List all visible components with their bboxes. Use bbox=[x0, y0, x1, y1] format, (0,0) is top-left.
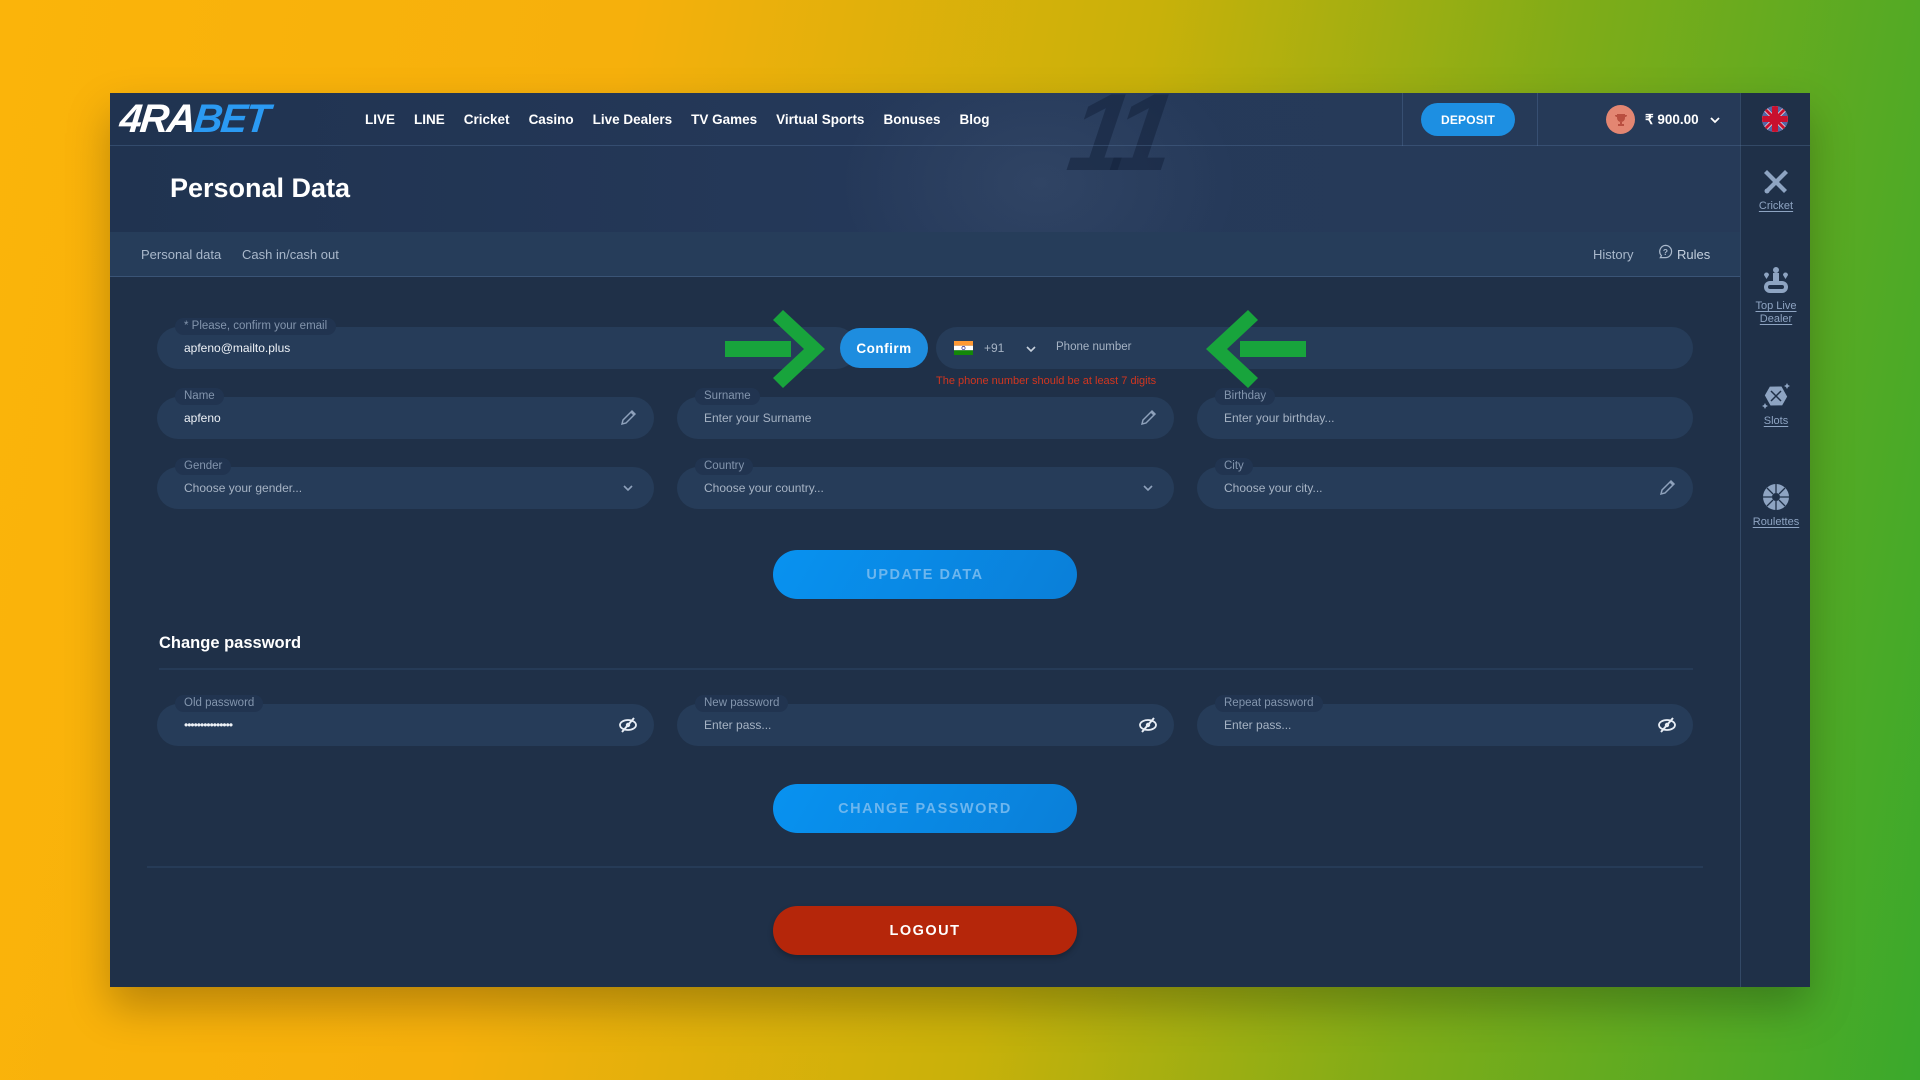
pencil-icon[interactable] bbox=[1657, 478, 1677, 498]
country-code[interactable]: +91 bbox=[984, 341, 1004, 355]
header-divider bbox=[1537, 93, 1538, 146]
sidebar-label: Top Live Dealer bbox=[1755, 300, 1797, 325]
confirm-email-button[interactable]: Confirm bbox=[840, 328, 928, 368]
surname-placeholder: Enter your Surname bbox=[704, 411, 812, 425]
city-field[interactable]: City Choose your city... bbox=[1197, 458, 1693, 509]
phone-number-input[interactable]: Phone number bbox=[1056, 341, 1131, 353]
old-password-field[interactable]: Old password ••••••••••••••• bbox=[157, 695, 654, 746]
nav-line[interactable]: LINE bbox=[414, 112, 445, 127]
repeat-password-placeholder: Enter pass... bbox=[1224, 718, 1292, 732]
gender-label: Gender bbox=[175, 458, 232, 475]
page-title: Personal Data bbox=[170, 173, 351, 203]
rules-label: Rules bbox=[1677, 247, 1711, 262]
surname-label: Surname bbox=[695, 388, 760, 405]
country-placeholder: Choose your country... bbox=[704, 481, 824, 495]
gender-placeholder: Choose your gender... bbox=[184, 481, 303, 495]
main-nav: LIVE LINE Cricket Casino Live Dealers TV… bbox=[365, 93, 1008, 146]
birthday-placeholder: Enter your birthday... bbox=[1224, 411, 1335, 425]
city-placeholder: Choose your city... bbox=[1224, 481, 1323, 495]
email-value: apfeno@mailto.plus bbox=[184, 341, 291, 355]
logout-button[interactable]: LOGOUT bbox=[773, 906, 1077, 955]
live-dealer-icon bbox=[1761, 266, 1791, 296]
trophy-icon bbox=[1606, 105, 1635, 134]
chevron-down-icon bbox=[1709, 114, 1721, 126]
name-value: apfeno bbox=[184, 411, 221, 425]
svg-text:?: ? bbox=[1663, 247, 1668, 257]
city-label: City bbox=[1215, 458, 1253, 475]
balance-amount: ₹ 900.00 bbox=[1645, 111, 1699, 127]
sidebar-label: Roulettes bbox=[1752, 516, 1800, 528]
header-divider bbox=[1740, 93, 1741, 146]
old-password-value: ••••••••••••••• bbox=[184, 718, 233, 732]
history-link[interactable]: History bbox=[1593, 232, 1633, 277]
chevron-down-icon[interactable] bbox=[618, 478, 638, 498]
header-divider bbox=[1402, 93, 1403, 146]
phone-error-message: The phone number should be at least 7 di… bbox=[936, 375, 1157, 387]
sidebar-item-slots[interactable]: Slots bbox=[1741, 381, 1810, 428]
old-password-label: Old password bbox=[175, 695, 264, 712]
repeat-password-label: Repeat password bbox=[1215, 695, 1323, 712]
rules-link[interactable]: ? Rules bbox=[1658, 232, 1710, 277]
surname-field[interactable]: Surname Enter your Surname bbox=[677, 388, 1174, 439]
tab-personal-data[interactable]: Personal data bbox=[141, 232, 221, 277]
chevron-down-icon[interactable] bbox=[1024, 342, 1038, 356]
cricket-icon bbox=[1761, 166, 1791, 196]
nav-casino[interactable]: Casino bbox=[529, 112, 574, 127]
brand-logo[interactable]: 4RA BET bbox=[118, 97, 271, 141]
new-password-placeholder: Enter pass... bbox=[704, 718, 772, 732]
eye-off-icon[interactable] bbox=[1138, 715, 1158, 735]
repeat-password-field[interactable]: Repeat password Enter pass... bbox=[1197, 695, 1693, 746]
annotation-arrow-left-icon bbox=[1206, 310, 1306, 388]
chevron-down-icon[interactable] bbox=[1138, 478, 1158, 498]
email-label: * Please, confirm your email bbox=[175, 318, 337, 335]
logo-text-blue: BET bbox=[191, 96, 271, 141]
nav-blog[interactable]: Blog bbox=[959, 112, 989, 127]
sidebar-label: Slots bbox=[1763, 415, 1789, 427]
nav-bonuses[interactable]: Bonuses bbox=[883, 112, 940, 127]
tab-cash-in-out[interactable]: Cash in/cash out bbox=[242, 232, 339, 277]
nav-cricket[interactable]: Cricket bbox=[464, 112, 510, 127]
sidebar-item-top-live-dealer[interactable]: Top Live Dealer bbox=[1741, 266, 1810, 326]
eye-off-icon[interactable] bbox=[1657, 715, 1677, 735]
nav-live[interactable]: LIVE bbox=[365, 112, 395, 127]
change-password-title: Change password bbox=[159, 634, 302, 652]
india-flag-icon bbox=[954, 341, 973, 355]
new-password-label: New password bbox=[695, 695, 789, 712]
deposit-button[interactable]: DEPOSIT bbox=[1421, 103, 1515, 136]
uk-flag-icon[interactable] bbox=[1762, 106, 1788, 132]
new-password-field[interactable]: New password Enter pass... bbox=[677, 695, 1174, 746]
right-sidebar: Cricket Top Live Dealer Slots Roulettes bbox=[1740, 146, 1810, 987]
question-icon: ? bbox=[1658, 232, 1673, 277]
nav-live-dealers[interactable]: Live Dealers bbox=[593, 112, 673, 127]
birthday-label: Birthday bbox=[1215, 388, 1276, 405]
sidebar-item-cricket[interactable]: Cricket bbox=[1741, 166, 1810, 213]
update-data-button[interactable]: UPDATE DATA bbox=[773, 550, 1077, 599]
tabs-bar: Personal data Cash in/cash out History ?… bbox=[110, 232, 1740, 277]
name-label: Name bbox=[175, 388, 224, 405]
country-label: Country bbox=[695, 458, 754, 475]
app-window: 11 4RA BET LIVE LINE Cricket Casino Live … bbox=[110, 93, 1810, 987]
annotation-arrow-right-icon bbox=[725, 310, 825, 388]
country-select[interactable]: Country Choose your country... bbox=[677, 458, 1174, 509]
change-password-button[interactable]: CHANGE PASSWORD bbox=[773, 784, 1077, 833]
phone-field[interactable]: +91 Phone number bbox=[936, 327, 1693, 369]
nav-virtual-sports[interactable]: Virtual Sports bbox=[776, 112, 864, 127]
name-field[interactable]: Name apfeno bbox=[157, 388, 654, 439]
sidebar-item-roulettes[interactable]: Roulettes bbox=[1741, 482, 1810, 529]
gender-select[interactable]: Gender Choose your gender... bbox=[157, 458, 654, 509]
logo-text-white: 4RA bbox=[117, 96, 197, 141]
top-header: 4RA BET LIVE LINE Cricket Casino Live Dea… bbox=[110, 93, 1810, 146]
eye-off-icon[interactable] bbox=[618, 715, 638, 735]
nav-tv-games[interactable]: TV Games bbox=[691, 112, 757, 127]
roulette-icon bbox=[1761, 482, 1791, 512]
pencil-icon[interactable] bbox=[1138, 408, 1158, 428]
slots-icon bbox=[1761, 381, 1791, 411]
pencil-icon[interactable] bbox=[618, 408, 638, 428]
sidebar-label: Cricket bbox=[1758, 200, 1794, 212]
birthday-field[interactable]: Birthday Enter your birthday... bbox=[1197, 388, 1693, 439]
section-divider bbox=[159, 668, 1693, 670]
section-divider bbox=[147, 866, 1703, 868]
balance-dropdown[interactable]: ₹ 900.00 bbox=[1606, 93, 1721, 146]
